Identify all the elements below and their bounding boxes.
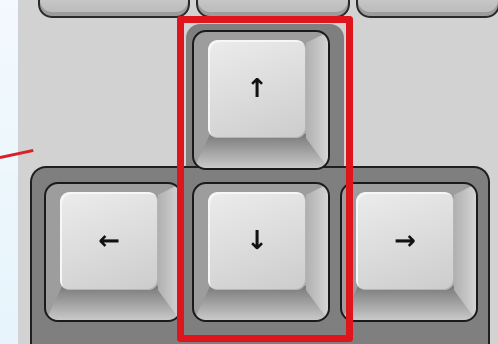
top-key-right bbox=[356, 0, 498, 18]
left-arrow-key-face: ← bbox=[60, 192, 158, 290]
left-arrow-key[interactable]: ← bbox=[44, 182, 182, 322]
up-down-keys-highlight bbox=[177, 16, 353, 342]
arrow-right-icon: → bbox=[394, 226, 416, 256]
right-arrow-key[interactable]: → bbox=[340, 182, 478, 322]
top-key-left bbox=[38, 0, 190, 18]
right-arrow-key-face: → bbox=[356, 192, 454, 290]
arrow-left-icon: ← bbox=[98, 226, 120, 256]
